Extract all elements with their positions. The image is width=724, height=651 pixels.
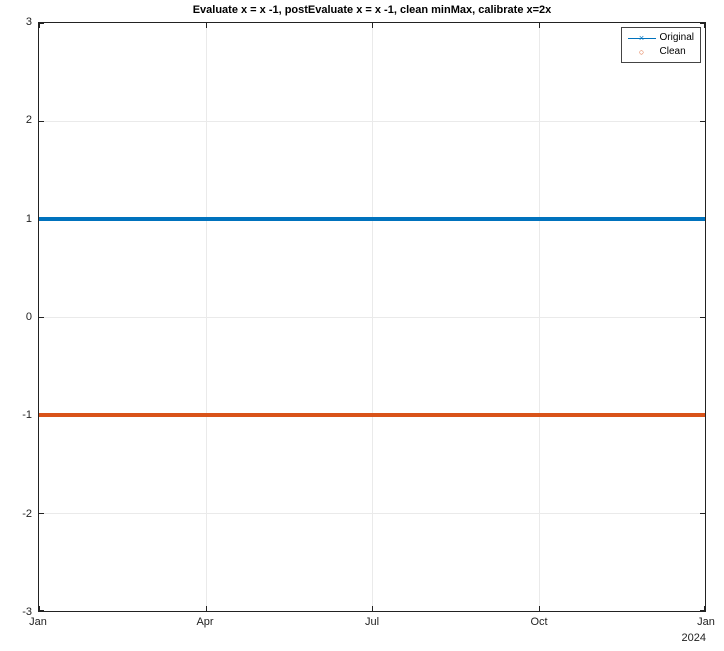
ytick-label: -1 [0,409,32,421]
ytick-label: 3 [0,16,32,28]
legend-item-clean: ○ Clean [628,45,694,59]
gridline-h [39,513,705,514]
xtick-mark [372,606,373,611]
ytick-label: -3 [0,606,32,618]
xtick-label: Jan [29,616,47,628]
chart-title: Evaluate x = x -1, postEvaluate x = x -1… [38,4,706,16]
xtick-mark [539,23,540,28]
series-original [39,217,705,221]
ytick-label: -2 [0,508,32,520]
gridline-h [39,317,705,318]
xtick-label: Oct [530,616,547,628]
series-clean [39,413,705,417]
xtick-label: Jan [697,616,715,628]
ytick-label: 1 [0,213,32,225]
ytick-mark [700,513,705,514]
ytick-mark [39,610,44,611]
gridline-h [39,121,705,122]
ytick-mark [39,317,44,318]
xtick-mark [206,606,207,611]
ytick-label: 0 [0,311,32,323]
legend-item-original: × Original [628,31,694,45]
x-year-label: 2024 [682,632,706,644]
ytick-mark [39,23,44,24]
legend-swatch-clean: ○ [628,47,656,57]
xtick-label: Jul [365,616,379,628]
ytick-mark [700,317,705,318]
xtick-label: Apr [196,616,213,628]
chart: Evaluate x = x -1, postEvaluate x = x -1… [38,22,706,612]
ytick-mark [700,23,705,24]
plot-area: × Original ○ Clean [38,22,706,612]
xtick-mark [539,606,540,611]
legend: × Original ○ Clean [621,27,701,63]
ytick-mark [39,513,44,514]
ytick-mark [39,121,44,122]
xtick-mark [206,23,207,28]
legend-label-clean: Clean [660,45,686,59]
xtick-mark [372,23,373,28]
ytick-label: 2 [0,114,32,126]
ytick-mark [700,121,705,122]
legend-swatch-original: × [628,33,656,43]
ytick-mark [700,610,705,611]
legend-label-original: Original [660,31,694,45]
